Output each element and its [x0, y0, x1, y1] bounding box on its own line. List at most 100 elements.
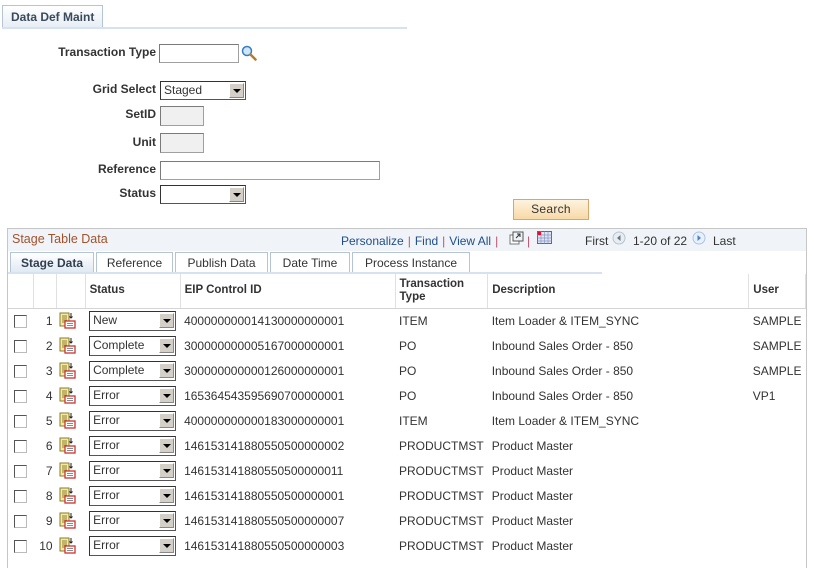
- table-row: 5 Error 400000000000183000000001 ITEM Item L…: [8, 408, 806, 433]
- document-detail-icon[interactable]: [59, 362, 76, 379]
- row-select-checkbox[interactable]: [14, 439, 28, 453]
- status-dropdown[interactable]: [160, 185, 246, 204]
- last-link[interactable]: Last: [713, 234, 736, 248]
- row-transaction-type: PRODUCTMST: [399, 463, 484, 478]
- lookup-icon[interactable]: [241, 45, 257, 61]
- row-select-checkbox[interactable]: [14, 339, 28, 353]
- chevron-down-icon: [159, 412, 175, 428]
- status-label: Status: [119, 186, 156, 200]
- col-status[interactable]: Status: [85, 274, 181, 309]
- arrow-left-icon[interactable]: [612, 231, 626, 245]
- row-status-value: Error: [93, 387, 120, 402]
- transaction-type-label: Transaction Type: [58, 45, 156, 59]
- separator: |: [407, 234, 411, 248]
- row-user: SAMPLE: [752, 338, 802, 353]
- row-select-checkbox[interactable]: [14, 389, 28, 403]
- row-number: 8: [45, 488, 53, 503]
- row-status-dropdown[interactable]: Error: [89, 410, 177, 431]
- row-eip-control-id: 146153141880550500000003: [184, 538, 345, 553]
- row-user: SAMPLE: [752, 313, 802, 328]
- row-user: [749, 533, 806, 558]
- document-detail-icon[interactable]: [59, 487, 76, 504]
- row-status-dropdown[interactable]: Error: [89, 535, 177, 556]
- row-select-checkbox[interactable]: [14, 489, 28, 503]
- setid-input[interactable]: [160, 106, 204, 126]
- first-link[interactable]: First: [585, 234, 608, 248]
- col-transaction-type[interactable]: Transaction Type: [395, 274, 489, 309]
- spreadsheet-icon[interactable]: [537, 231, 552, 244]
- document-detail-icon[interactable]: [59, 412, 76, 429]
- row-transaction-type: PRODUCTMST: [399, 538, 484, 553]
- tab-stage-data[interactable]: Stage Data: [10, 252, 94, 273]
- row-select-checkbox[interactable]: [14, 414, 28, 428]
- document-detail-icon[interactable]: [59, 512, 76, 529]
- row-eip-control-id: 146153141880550500000011: [184, 463, 344, 478]
- row-number: 7: [45, 463, 53, 478]
- document-detail-icon[interactable]: [59, 437, 76, 454]
- row-transaction-type: PO: [399, 338, 417, 353]
- row-eip-control-id: 400000000000183000000001: [184, 413, 345, 428]
- row-status-value: Complete: [93, 362, 145, 377]
- col-description[interactable]: Description: [487, 274, 750, 309]
- row-eip-control-id: 146153141880550500000002: [184, 438, 345, 453]
- new-window-icon[interactable]: [509, 231, 524, 245]
- search-button[interactable]: Search: [513, 199, 589, 220]
- row-status-dropdown[interactable]: Error: [89, 510, 177, 531]
- chevron-down-icon: [159, 337, 175, 353]
- chevron-down-icon: [159, 387, 175, 403]
- arrow-right-icon[interactable]: [692, 231, 706, 245]
- page-tab-data-def-maint[interactable]: Data Def Maint: [2, 5, 104, 28]
- row-status-value: Error: [93, 412, 120, 427]
- row-description: Inbound Sales Order - 850: [491, 338, 634, 353]
- table-row: 8 Error 146153141880550500000001 PRODUCTMST…: [8, 483, 806, 508]
- row-description: Product Master: [491, 488, 574, 503]
- row-description: Item Loader & ITEM_SYNC: [491, 313, 640, 328]
- row-status-value: Error: [93, 512, 120, 527]
- row-number: 2: [45, 338, 53, 353]
- document-detail-icon[interactable]: [59, 537, 76, 554]
- row-status-dropdown[interactable]: Complete: [89, 360, 177, 381]
- row-status-dropdown[interactable]: Complete: [89, 335, 177, 356]
- row-select-checkbox[interactable]: [14, 539, 28, 553]
- find-link[interactable]: Find: [415, 234, 438, 248]
- row-eip-control-id: 146153141880550500000007: [184, 513, 345, 528]
- tab-date-time[interactable]: Date Time: [270, 252, 350, 273]
- row-eip-control-id: 300000000005167000000001: [184, 338, 345, 353]
- tab-process-instance[interactable]: Process Instance: [352, 252, 470, 273]
- row-status-dropdown[interactable]: Error: [89, 460, 177, 481]
- row-transaction-type: PRODUCTMST: [399, 488, 484, 503]
- row-description: Inbound Sales Order - 850: [491, 363, 634, 378]
- row-description: Item Loader & ITEM_SYNC: [491, 413, 640, 428]
- row-status-dropdown[interactable]: Error: [89, 485, 177, 506]
- row-status-dropdown[interactable]: Error: [89, 435, 177, 456]
- document-detail-icon[interactable]: [59, 462, 76, 479]
- row-user: VP1: [752, 388, 776, 403]
- col-user[interactable]: User: [748, 274, 806, 309]
- grid-select-dropdown[interactable]: Staged: [160, 81, 246, 100]
- transaction-type-input[interactable]: [159, 44, 239, 63]
- unit-input[interactable]: [160, 133, 204, 153]
- row-status-value: Error: [93, 462, 120, 477]
- tab-reference[interactable]: Reference: [96, 252, 173, 273]
- row-status-dropdown[interactable]: New: [89, 310, 177, 331]
- row-select-checkbox[interactable]: [14, 364, 28, 378]
- document-detail-icon[interactable]: [59, 387, 76, 404]
- row-status-dropdown[interactable]: Error: [89, 385, 177, 406]
- document-detail-icon[interactable]: [59, 337, 76, 354]
- row-eip-control-id: 400000000014130000000001: [184, 313, 345, 328]
- view-all-link[interactable]: View All: [449, 234, 491, 248]
- row-select-checkbox[interactable]: [14, 514, 28, 528]
- personalize-link[interactable]: Personalize: [341, 234, 404, 248]
- table-row: 1 New 400000000014130000000001 ITEM Item Loa…: [8, 308, 806, 333]
- row-select-checkbox[interactable]: [14, 464, 28, 478]
- separator: |: [527, 234, 531, 248]
- row-user: SAMPLE: [752, 363, 802, 378]
- row-select-checkbox[interactable]: [14, 314, 28, 328]
- tab-publish-data[interactable]: Publish Data: [175, 252, 268, 273]
- document-detail-icon[interactable]: [59, 312, 76, 329]
- row-eip-control-id: 146153141880550500000001: [184, 488, 345, 503]
- row-description: Inbound Sales Order - 850: [491, 388, 634, 403]
- reference-input[interactable]: [160, 161, 380, 180]
- separator: |: [442, 234, 446, 248]
- col-eip-control-id[interactable]: EIP Control ID: [180, 274, 396, 309]
